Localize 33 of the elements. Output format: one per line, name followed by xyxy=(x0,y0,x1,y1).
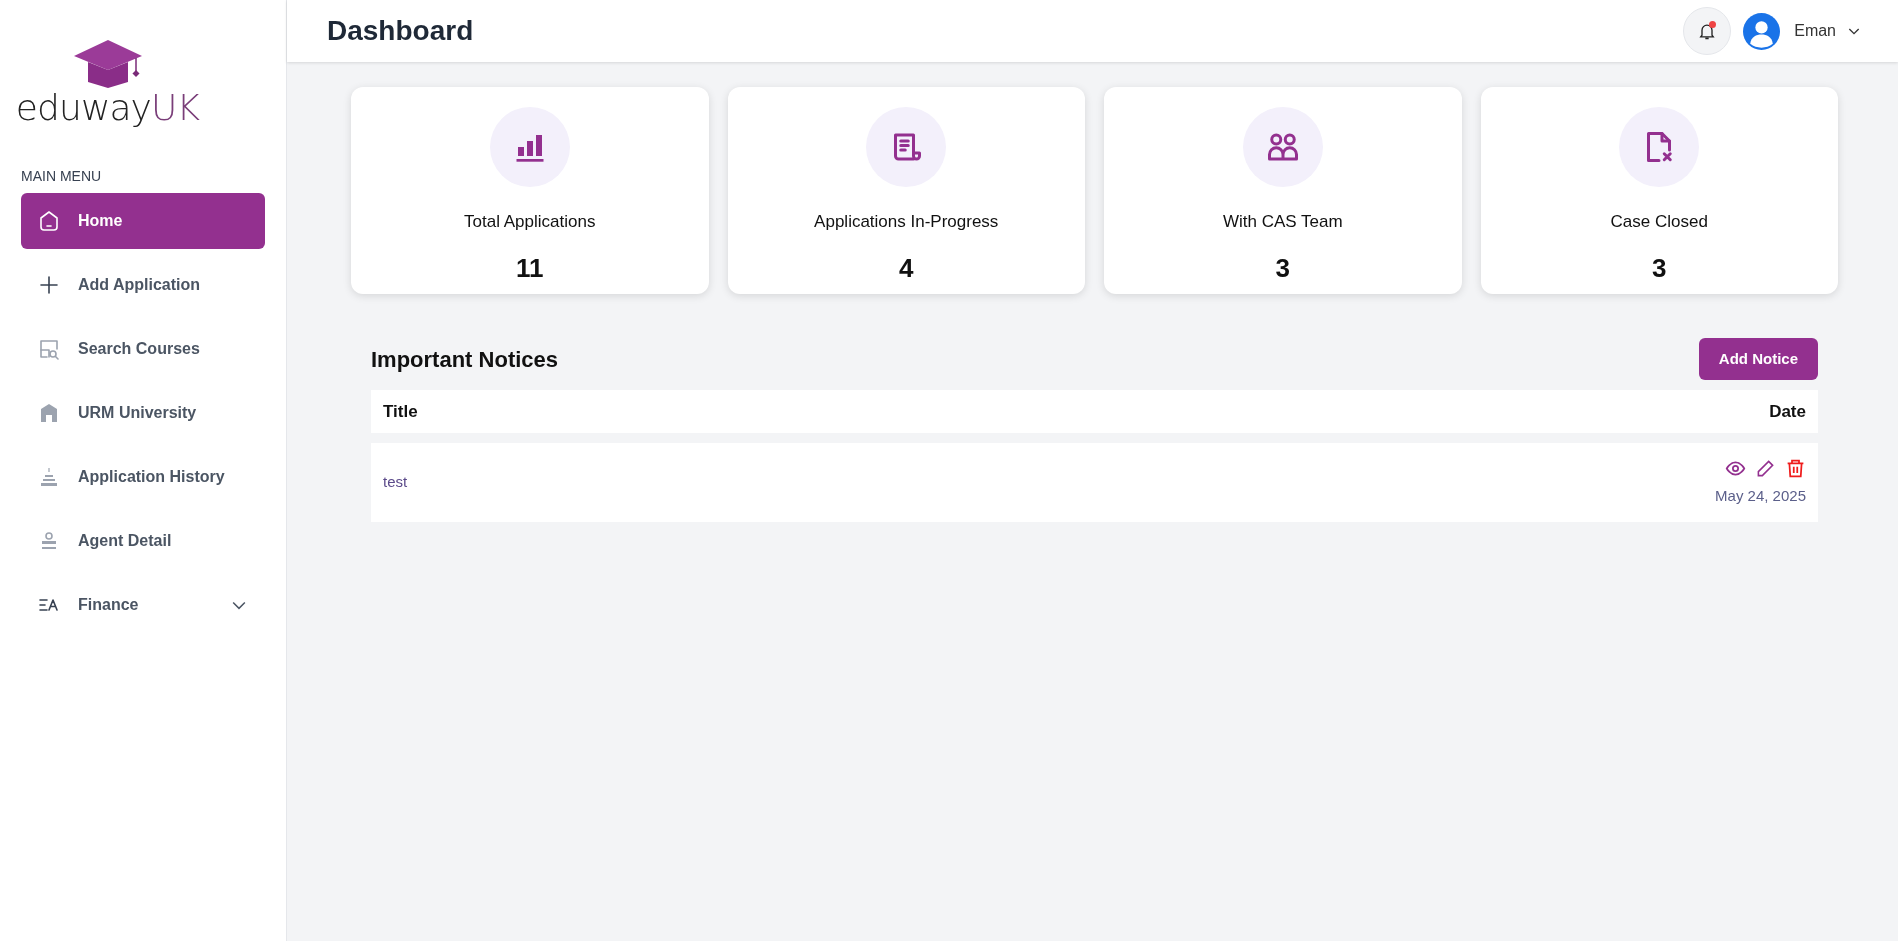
sidebar-item[interactable]: Agent Detail xyxy=(21,513,265,569)
stat-label: Applications In-Progress xyxy=(814,211,999,233)
column-header: Title xyxy=(383,400,418,423)
menu-heading: MAIN MENU xyxy=(20,167,103,186)
avatar-icon xyxy=(1743,12,1781,50)
sidebar-item[interactable]: Search Courses xyxy=(21,321,265,377)
sidebar-item[interactable]: Application History xyxy=(21,449,265,505)
section-title: Important Notices xyxy=(371,345,559,374)
stat-value: 3 xyxy=(1275,251,1290,285)
notice-title: test xyxy=(383,472,408,493)
notification-button[interactable] xyxy=(1683,7,1732,55)
plus-icon xyxy=(37,273,61,297)
logo-accent: UK xyxy=(151,90,200,126)
stat-value: 3 xyxy=(1652,251,1667,285)
stat-label: Case Closed xyxy=(1610,211,1708,233)
notice-date: May 24, 2025 xyxy=(1715,485,1806,506)
delete-icon[interactable] xyxy=(1785,457,1806,479)
logo-text: eduway xyxy=(15,90,152,126)
search-document-icon xyxy=(37,337,61,361)
sidebar-item[interactable]: Home xyxy=(21,193,265,249)
sidebar-item[interactable]: Add Application xyxy=(21,257,265,313)
stat-label: With CAS Team xyxy=(1222,211,1343,233)
column-header: Date xyxy=(1769,400,1806,423)
sidebar-item[interactable]: Finance xyxy=(21,577,265,633)
edit-icon[interactable] xyxy=(1756,458,1775,478)
stat-label: Total Applications xyxy=(464,211,596,233)
sidebar-item[interactable]: URM University xyxy=(21,385,265,441)
home-icon xyxy=(37,209,61,233)
page-title: Dashboard xyxy=(327,14,475,48)
user-menu[interactable]: Eman xyxy=(1794,19,1862,43)
stat-value: 11 xyxy=(516,251,544,285)
stat-value: 4 xyxy=(899,251,914,285)
add-notice-button[interactable]: Add Notice xyxy=(1698,338,1818,380)
